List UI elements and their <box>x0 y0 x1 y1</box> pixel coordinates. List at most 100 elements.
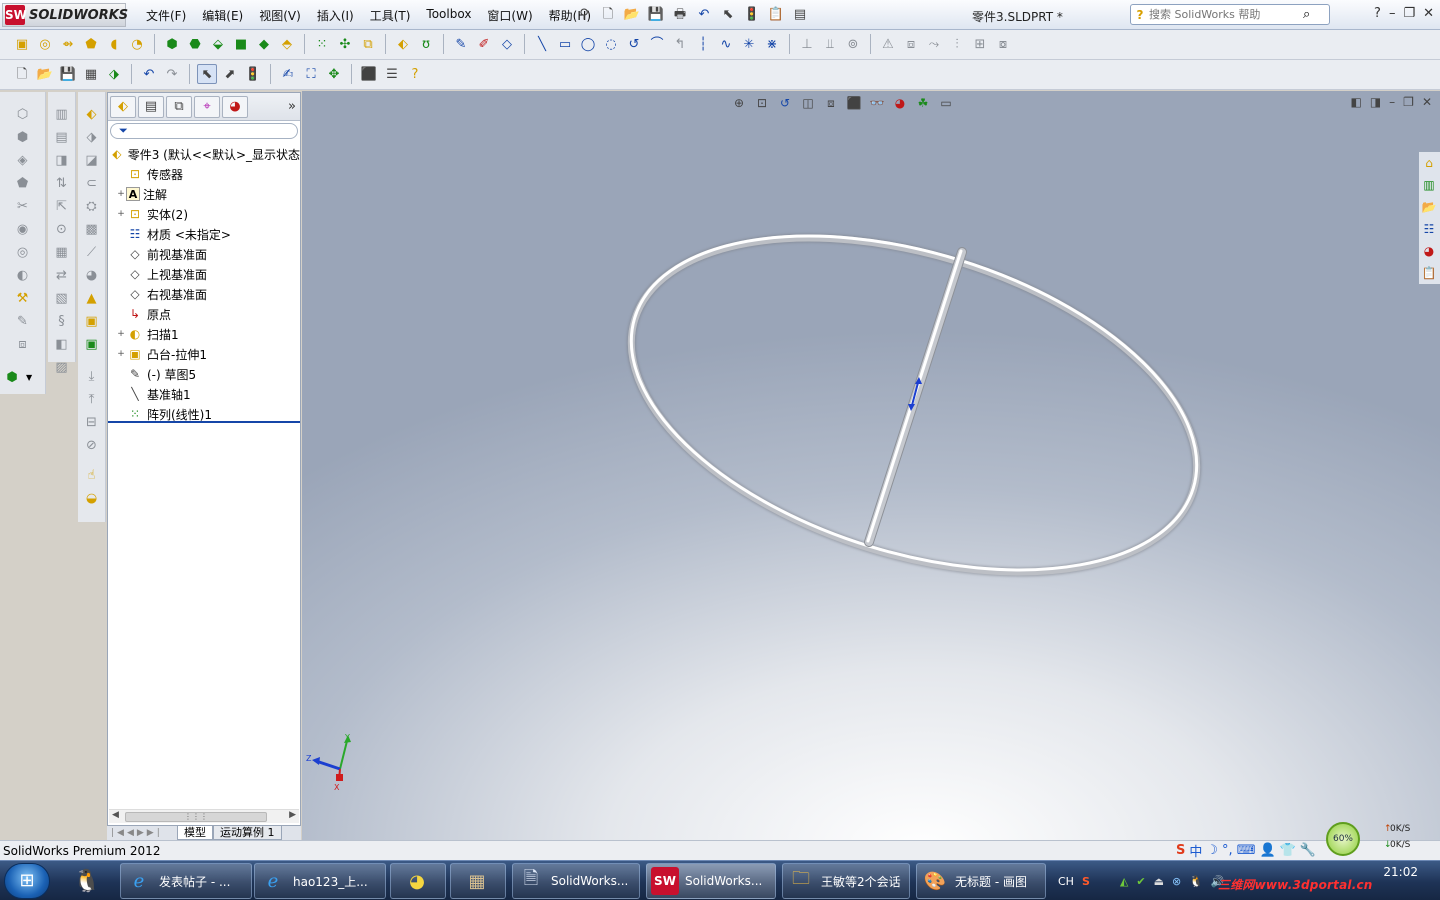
redo-icon[interactable]: ↷ <box>162 64 182 84</box>
circle-icon[interactable]: ◯ <box>578 34 598 54</box>
gusset-icon[interactable]: ⊟ <box>82 412 102 432</box>
select-icon[interactable]: ⬉ <box>718 4 738 24</box>
surface-fill-icon[interactable]: ◉ <box>13 219 33 239</box>
graphics-area[interactable]: ⊕ ⊡ ↺ ◫ ⧈ ⬛ 👓 ◕ ☘ ▭ ◧ ◨ – ❐ ✕ ⌂ ▥ 📂 ☷ ◕ … <box>302 91 1440 840</box>
draft-icon[interactable]: ⬗ <box>82 127 102 147</box>
help-search-input[interactable] <box>1149 8 1299 21</box>
tree-horizontal-scrollbar[interactable]: ◀ ⋮⋮⋮ ▶ <box>109 809 299 823</box>
offset-entities-icon[interactable]: ⊚ <box>843 34 863 54</box>
undo-icon[interactable]: ↶ <box>694 4 714 24</box>
hem-icon[interactable]: ⇱ <box>52 196 72 216</box>
expand-icon[interactable]: + <box>116 209 126 219</box>
cross-break-icon[interactable]: ⇄ <box>52 265 72 285</box>
centerpoint-arc-icon[interactable]: ◌ <box>601 34 621 54</box>
repair-sketch-icon[interactable]: ⧇ <box>993 34 1013 54</box>
taskbar-item-media[interactable]: ◕ <box>390 863 446 899</box>
point-icon[interactable]: ✳ <box>739 34 759 54</box>
rollback-bar[interactable] <box>108 421 300 423</box>
clock[interactable]: 21:02 <box>1383 865 1418 879</box>
swept-boss-icon[interactable]: ⇴ <box>58 34 78 54</box>
tree-item-sweep1[interactable]: + ◐ 扫描1 <box>108 324 300 344</box>
menu-view[interactable]: 视图(V) <box>251 7 309 24</box>
search-icon[interactable]: ⌕ <box>1303 7 1310 22</box>
ring-model[interactable] <box>591 174 1237 634</box>
expand-icon[interactable]: + <box>116 349 126 359</box>
tab-motion-study[interactable]: 运动算例 1 <box>213 826 282 840</box>
boundary-cut-icon[interactable]: ◆ <box>254 34 274 54</box>
menu-edit[interactable]: 编辑(E) <box>194 7 251 24</box>
reference-geometry-icon[interactable]: ⬖ <box>393 34 413 54</box>
edit-component-icon[interactable]: ⛶ <box>301 64 321 84</box>
move-component-icon[interactable]: ✥ <box>324 64 344 84</box>
appearance-icon[interactable]: ⬢ <box>2 367 22 387</box>
fillet-icon[interactable]: ◔ <box>127 34 147 54</box>
ime-keyboard-icon[interactable]: ⌨ <box>1237 843 1256 858</box>
tab-nav-arrows-icon[interactable]: |◀◀▶▶| <box>107 828 177 838</box>
usb-icon[interactable]: ⏏ <box>1154 875 1164 888</box>
scale-icon[interactable]: ◪ <box>82 150 102 170</box>
linear-pattern-icon[interactable]: ⁙ <box>312 34 332 54</box>
mirror-icon[interactable]: ⧉ <box>358 34 378 54</box>
surface-trim-icon[interactable]: ◐ <box>13 265 33 285</box>
ime-chinese-icon[interactable]: 中 <box>1189 841 1202 860</box>
sogou-tray-icon[interactable]: S <box>1082 875 1090 888</box>
save-icon[interactable]: 💾 <box>58 64 78 84</box>
rebuild-icon[interactable]: 🚦 <box>243 64 263 84</box>
thicken-icon[interactable]: ✎ <box>13 311 33 331</box>
sheet-metal-icon[interactable]: ▥ <box>52 104 72 124</box>
expand-icon[interactable]: + <box>116 329 126 339</box>
trim-extend-icon[interactable]: ⤓ <box>82 366 102 386</box>
sogou-icon[interactable]: S <box>1176 843 1185 858</box>
taskbar-item-paint[interactable]: 🎨 无标题 - 画图 <box>916 863 1046 899</box>
line-icon[interactable]: ╲ <box>532 34 552 54</box>
relations-icon[interactable]: ⊞ <box>970 34 990 54</box>
surface-boundary-icon[interactable]: ✂ <box>13 196 33 216</box>
tree-filter[interactable]: ⏷ <box>110 123 298 139</box>
scrollbar-thumb[interactable]: ⋮⋮⋮ <box>125 812 267 822</box>
shut-off-surfaces-icon[interactable]: ⛭ <box>82 196 102 216</box>
flatten-icon[interactable]: ◧ <box>52 334 72 354</box>
miter-flange-icon[interactable]: ⇅ <box>52 173 72 193</box>
help-search[interactable]: ? ⌕ <box>1130 4 1330 25</box>
menu-window[interactable]: 窗口(W) <box>479 7 540 24</box>
3d-sketch-icon[interactable]: ✐ <box>474 34 494 54</box>
edge-flange-icon[interactable]: ◨ <box>52 150 72 170</box>
language-indicator[interactable]: CH <box>1058 875 1074 888</box>
smart-dimension-icon[interactable]: ◇ <box>497 34 517 54</box>
taskbar-item-solidworks[interactable]: SW SolidWorks... <box>646 863 776 899</box>
make-drawing-icon[interactable]: ▦ <box>81 64 101 84</box>
expand-icon[interactable]: + <box>116 189 126 199</box>
weld-bead-icon[interactable]: ⊘ <box>82 435 102 455</box>
no-bends-icon[interactable]: ▨ <box>52 357 72 377</box>
core-cavity-icon[interactable]: ◕ <box>82 265 102 285</box>
new-icon[interactable]: 🗋 <box>12 64 32 84</box>
unfold-icon[interactable]: ▧ <box>52 288 72 308</box>
trim-entities-icon[interactable]: ⊥ <box>797 34 817 54</box>
jog-icon[interactable]: ⊙ <box>52 219 72 239</box>
ime-user-icon[interactable]: 👤 <box>1259 843 1275 858</box>
rectangle-icon[interactable]: ▭ <box>555 34 575 54</box>
dropdown-arrow-icon[interactable]: ▼ <box>26 373 32 382</box>
edit-sketch-icon[interactable]: ✍ <box>278 64 298 84</box>
taskbar-item-qq-chat[interactable]: 🗀 王敏等2个会话 <box>782 863 910 899</box>
open-icon[interactable]: 📂 <box>35 64 55 84</box>
surface-extrude-icon[interactable]: ⬡ <box>13 104 33 124</box>
tooling-split-icon[interactable]: ▲ <box>82 288 102 308</box>
move-entities-icon[interactable]: ⤳ <box>924 34 944 54</box>
knit-surface-icon[interactable]: ⚒ <box>13 288 33 308</box>
scroll-left-icon[interactable]: ◀ <box>112 810 119 820</box>
sketch-fillet-icon[interactable]: ↰ <box>670 34 690 54</box>
tree-item-sensors[interactable]: ⊡ 传感器 <box>108 164 300 184</box>
qq-pinned-icon[interactable]: 🐧 <box>64 863 112 899</box>
tree-item-front-plane[interactable]: ◇ 前视基准面 <box>108 244 300 264</box>
parting-line-icon[interactable]: ⊂ <box>82 173 102 193</box>
scroll-right-icon[interactable]: ▶ <box>289 810 296 820</box>
mirror-entities-icon[interactable]: ⚠ <box>878 34 898 54</box>
ime-punct-icon[interactable]: °, <box>1222 843 1233 858</box>
3point-arc-icon[interactable]: ⌒ <box>647 34 667 54</box>
surface-sweep-icon[interactable]: ◈ <box>13 150 33 170</box>
tree-item-right-plane[interactable]: ◇ 右视基准面 <box>108 284 300 304</box>
select-icon[interactable]: ⬉ <box>197 64 217 84</box>
propertymanager-tab-icon[interactable]: ▤ <box>138 95 164 118</box>
tree-item-top-plane[interactable]: ◇ 上视基准面 <box>108 264 300 284</box>
